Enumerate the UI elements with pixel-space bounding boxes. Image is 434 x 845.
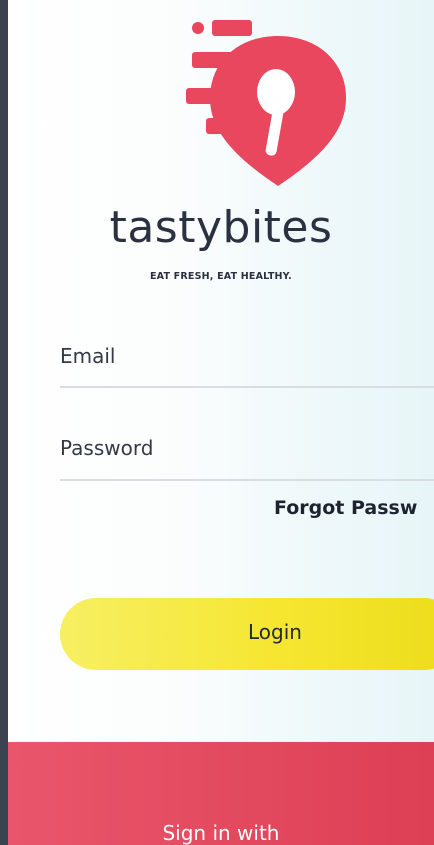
login-button[interactable]: Login [60,598,434,670]
password-underline [60,479,434,481]
brand-name: tastybites [109,202,333,253]
brand-tagline: EAT FRESH, EAT HEALTHY. [149,271,292,282]
email-field[interactable]: Email [60,344,116,368]
email-underline [60,386,434,388]
tastybites-logo-icon [186,20,346,186]
login-screen: tastybites EAT FRESH, EAT HEALTHY. Email… [8,0,434,845]
forgot-password-link[interactable]: Forgot Passw [274,497,417,519]
login-button-label: Login [248,620,302,644]
sign-in-with-label: Sign in with [162,821,280,845]
social-signin-panel: Sign in with [8,742,434,845]
password-field[interactable]: Password [60,436,153,460]
